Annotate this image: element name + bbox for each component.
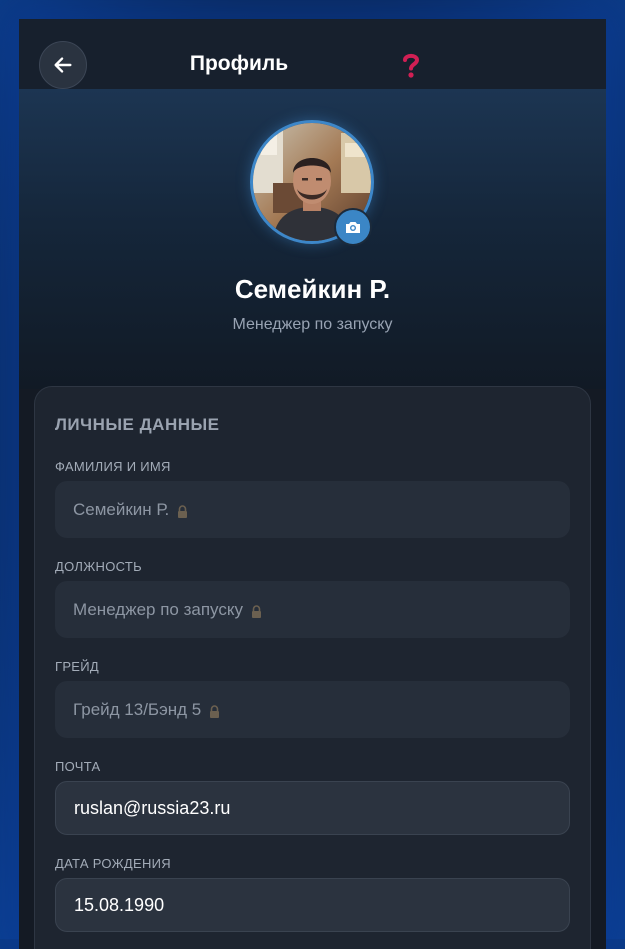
field-label-grade: ГРЕЙД	[55, 659, 100, 674]
avatar-container	[250, 120, 374, 246]
birthdate-value[interactable]: 15.08.1990	[74, 895, 164, 916]
grade-value: Грейд 13/Бэнд 5	[73, 699, 202, 719]
field-label-position: ДОЛЖНОСТЬ	[55, 559, 142, 574]
field-label-birthdate: ДАТА РОЖДЕНИЯ	[55, 856, 171, 871]
position-field: Менеджер по запуску	[55, 581, 570, 638]
birthdate-field[interactable]: 15.08.1990	[55, 878, 570, 932]
fullname-field: Семейкин Р.	[55, 481, 570, 538]
top-bar: Профиль	[19, 19, 606, 89]
profile-screen: Профиль Семейкин Р. Менеджер по запуску …	[19, 19, 606, 949]
back-button[interactable]	[39, 41, 87, 89]
grade-field: Грейд 13/Бэнд 5	[55, 681, 570, 738]
page-title: Профиль	[189, 52, 289, 75]
email-field[interactable]: ruslan@russia23.ru	[55, 781, 570, 835]
change-photo-button[interactable]	[334, 208, 372, 246]
personal-data-card: ЛИЧНЫЕ ДАННЫЕ ФАМИЛИЯ И ИМЯ Семейкин Р. …	[34, 386, 591, 949]
camera-icon	[346, 222, 360, 233]
field-label-fullname: ФАМИЛИЯ И ИМЯ	[55, 459, 171, 474]
lock-icon	[210, 705, 220, 718]
field-label-email: ПОЧТА	[55, 759, 101, 774]
position-value: Менеджер по запуску	[73, 599, 243, 619]
help-button[interactable]	[399, 51, 423, 79]
lock-icon	[178, 505, 188, 518]
fullname-value: Семейкин Р.	[73, 499, 170, 519]
section-title: ЛИЧНЫЕ ДАННЫЕ	[55, 415, 220, 434]
lock-icon	[251, 605, 261, 618]
arrow-left-icon	[54, 57, 72, 73]
email-value[interactable]: ruslan@russia23.ru	[74, 798, 230, 819]
question-mark-icon	[403, 53, 420, 78]
profile-role: Менеджер по запуску	[232, 316, 393, 333]
profile-name: Семейкин Р.	[234, 274, 391, 304]
